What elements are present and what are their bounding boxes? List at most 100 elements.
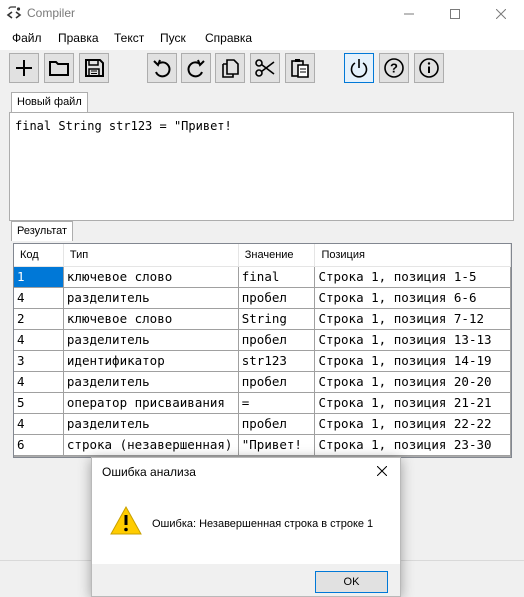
table-cell[interactable]: ключевое слово [63,266,239,288]
run-button[interactable] [344,53,374,83]
redo-button[interactable] [181,53,211,83]
menu-file[interactable]: Файл [12,31,42,45]
minimize-icon [404,13,414,15]
dialog-message: Ошибка: Незавершенная строка в строке 1 [152,518,374,530]
close-icon [377,466,387,476]
table-cell[interactable]: 5 [14,392,64,414]
save-icon [85,59,104,77]
minimize-button[interactable] [386,0,432,28]
table-cell[interactable]: 4 [14,287,64,309]
cut-button[interactable] [250,53,280,83]
menu-text[interactable]: Текст [114,31,144,45]
column-header-value[interactable]: Значение [238,244,316,267]
table-row[interactable]: 4 разделитель пробел Строка 1, позиция 20-2… [14,371,511,393]
table-row[interactable]: 4 разделитель пробел Строка 1, позиция 13-1… [14,329,511,351]
table-cell[interactable]: разделитель [63,413,239,435]
ok-button[interactable]: OK [315,571,388,593]
table-row[interactable]: 4 разделитель пробел Строка 1, позиция 6-6 [14,287,511,309]
table-row[interactable]: 3 идентификатор str123 Строка 1, позиция 14… [14,350,511,372]
redo-icon [187,59,205,78]
paste-icon [291,59,309,78]
maximize-button[interactable] [432,0,478,28]
table-cell[interactable]: Строка 1, позиция 7-12 [314,308,511,330]
info-icon [419,58,439,78]
table-cell[interactable]: Строка 1, позиция 6-6 [314,287,511,309]
close-icon [496,9,506,19]
warning-icon [110,505,142,535]
table-row[interactable]: 1 ключевое слово final Строка 1, позиция 1-… [14,266,511,288]
close-button[interactable] [478,0,524,28]
menu-help[interactable]: Справка [205,31,252,45]
paste-button[interactable] [285,53,315,83]
table-cell[interactable]: разделитель [63,371,239,393]
table-cell[interactable]: "Привет! [238,434,316,456]
table-cell[interactable]: 2 [14,308,64,330]
table-cell[interactable]: Строка 1, позиция 1-5 [314,266,511,288]
table-cell[interactable]: Строка 1, позиция 20-20 [314,371,511,393]
app-icon [6,6,22,19]
table-cell[interactable]: Строка 1, позиция 13-13 [314,329,511,351]
menu-edit[interactable]: Правка [58,31,99,45]
run-icon [350,59,368,78]
toolbar: ? [0,50,524,90]
tab-new-file[interactable]: Новый файл [11,92,88,112]
table-cell[interactable]: идентификатор [63,350,239,372]
svg-text:?: ? [390,61,398,76]
help-icon: ? [384,58,404,78]
table-cell[interactable]: 1 [14,266,64,288]
maximize-icon [450,9,460,19]
title-bar: Compiler [0,0,524,28]
undo-icon [153,59,171,78]
table-cell[interactable]: final [238,266,316,288]
editor-text: final String str123 = "Привет! [15,119,232,133]
tab-result[interactable]: Результат [11,221,74,241]
dialog-title: Ошибка анализа [102,465,196,479]
result-table: Код Тип Значение Позиция 1 ключевое слово… [13,243,512,458]
table-cell[interactable]: Строка 1, позиция 22-22 [314,413,511,435]
table-row[interactable]: 2 ключевое слово String Строка 1, позиция 7… [14,308,511,330]
table-cell[interactable]: 6 [14,434,64,456]
table-cell[interactable]: 4 [14,413,64,435]
table-cell[interactable]: Строка 1, позиция 14-19 [314,350,511,372]
table-cell[interactable]: str123 [238,350,316,372]
table-cell[interactable]: 4 [14,329,64,351]
column-header-type[interactable]: Тип [63,244,239,267]
cut-icon [255,59,275,77]
table-cell[interactable]: оператор присваивания [63,392,239,414]
table-cell[interactable]: String [238,308,316,330]
help-button[interactable]: ? [379,53,409,83]
table-cell[interactable]: пробел [238,287,316,309]
menu-bar: Файл Правка Текст Пуск Справка [0,28,524,50]
column-header-position[interactable]: Позиция [314,244,511,267]
dialog-close-button[interactable] [372,461,392,481]
menu-run[interactable]: Пуск [160,31,186,45]
table-cell[interactable]: Строка 1, позиция 21-21 [314,392,511,414]
save-button[interactable] [79,53,109,83]
error-dialog: Ошибка анализа Ошибка: Незавершенная стр… [91,457,401,597]
copy-icon [222,59,239,78]
table-cell[interactable]: = [238,392,316,414]
open-button[interactable] [44,53,74,83]
new-icon [16,60,32,76]
table-cell[interactable]: пробел [238,371,316,393]
info-button[interactable] [414,53,444,83]
table-cell[interactable]: Строка 1, позиция 23-30 [314,434,511,456]
table-cell[interactable]: пробел [238,329,316,351]
table-cell[interactable]: ключевое слово [63,308,239,330]
undo-button[interactable] [147,53,177,83]
table-row[interactable]: 6 строка (незавершенная) "Привет! Строка 1,… [14,434,511,456]
table-row[interactable]: 5 оператор присваивания = Строка 1, позиция… [14,392,511,414]
code-editor[interactable]: final String str123 = "Привет! [9,112,514,221]
table-cell[interactable]: разделитель [63,329,239,351]
new-button[interactable] [9,53,39,83]
table-cell[interactable]: 4 [14,371,64,393]
table-cell[interactable]: пробел [238,413,316,435]
table-cell[interactable]: 3 [14,350,64,372]
table-row[interactable]: 4 разделитель пробел Строка 1, позиция 22-2… [14,413,511,435]
window-title: Compiler [27,6,76,20]
copy-button[interactable] [215,53,245,83]
table-cell[interactable]: разделитель [63,287,239,309]
open-icon [49,61,69,76]
table-cell[interactable]: строка (незавершенная) [63,434,239,456]
column-header-code[interactable]: Код [14,244,64,267]
